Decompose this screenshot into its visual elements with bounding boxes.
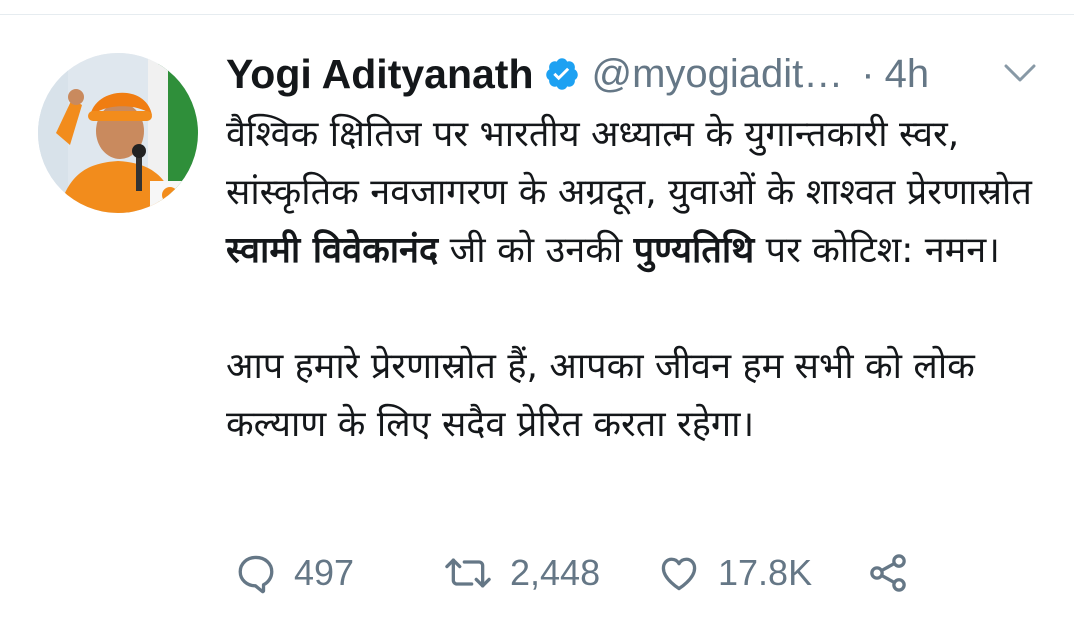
retweet-count: 2,448: [510, 552, 601, 593]
author-handle[interactable]: @myogiadit…: [592, 52, 844, 97]
like-count: 17.8K: [718, 552, 813, 593]
avatar-image: [38, 53, 198, 213]
share-button[interactable]: [864, 548, 912, 598]
text-bold-punyatithi: पुण्यतिथि: [633, 230, 755, 271]
reply-button[interactable]: 497: [234, 548, 354, 598]
author-name[interactable]: Yogi Adityanath: [226, 51, 534, 98]
retweet-icon: [445, 558, 491, 588]
heart-icon: [661, 557, 697, 591]
text-segment: वैश्विक क्षितिज पर भारतीय अध्यात्म के यु…: [226, 114, 1032, 213]
separator-dot: ·: [861, 51, 875, 96]
chevron-down-icon[interactable]: [1000, 58, 1040, 88]
share-icon: [870, 554, 906, 592]
tweet-timestamp[interactable]: 4h: [885, 52, 930, 97]
like-button[interactable]: 17.8K: [656, 548, 812, 598]
text-bold-swami-vivekanand: स्वामी विवेकानंद: [226, 230, 439, 271]
reply-count: 497: [294, 552, 355, 593]
text-segment: जी को उनकी: [438, 230, 634, 271]
top-divider: [0, 14, 1074, 15]
tweet-text: वैश्विक क्षितिज पर भारतीय अध्यात्म के यु…: [226, 106, 1046, 454]
retweet-button[interactable]: 2,448: [442, 548, 600, 598]
tweet-actions: 497 2,448 17.8K: [234, 548, 934, 598]
reply-icon: [238, 555, 274, 594]
tweet-header: Yogi Adityanath @myogiadit… · 4h: [226, 46, 1056, 102]
verified-badge-icon: [544, 56, 580, 92]
tweet-paragraph-2: आप हमारे प्रेरणास्रोत हैं, आपका जीवन हम …: [226, 346, 975, 445]
text-segment: पर कोटिश: नमन।: [754, 230, 1000, 271]
avatar[interactable]: [38, 53, 198, 213]
tweet-paragraph-1: वैश्विक क्षितिज पर भारतीय अध्यात्म के यु…: [226, 106, 1046, 280]
